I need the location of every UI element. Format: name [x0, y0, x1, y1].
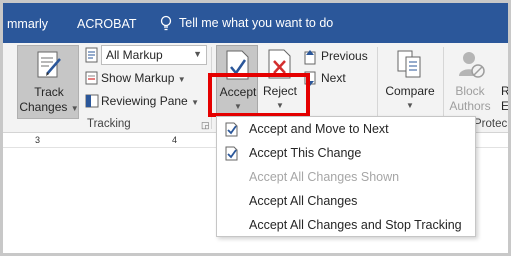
annotation-highlight-box: [208, 73, 310, 117]
chevron-down-icon: ▼: [70, 104, 79, 113]
chevron-down-icon: ▼: [193, 49, 202, 59]
block-authors-button[interactable]: Block Authors: [445, 45, 495, 117]
menu-item-accept-and-move-to-next[interactable]: Accept and Move to Next: [217, 118, 475, 142]
display-for-review-select[interactable]: All Markup ▼: [101, 45, 207, 65]
protect-group-label: Protec: [474, 118, 508, 130]
accept-move-icon: [225, 122, 238, 137]
block-authors-label-1: Block: [455, 84, 485, 98]
chevron-down-icon: ▼: [177, 75, 186, 84]
tab-acrobat[interactable]: ACROBAT: [77, 17, 137, 31]
next-button[interactable]: Next: [321, 71, 346, 85]
reviewing-pane-icon: [85, 94, 99, 108]
display-for-review-icon: [85, 47, 98, 63]
tell-me-text: Tell me what you want to do: [179, 16, 334, 30]
ruler-mark: 4: [172, 135, 178, 145]
compare-label: Compare: [385, 84, 435, 98]
lightbulb-icon: [160, 15, 172, 31]
word-window: mmarly ACROBAT Tell me what you want to …: [0, 0, 511, 256]
ribbon-tab-bar: mmarly ACROBAT Tell me what you want to …: [3, 3, 508, 43]
menu-item-accept-all-changes-shown: Accept All Changes Shown: [217, 166, 475, 190]
restrict-editing-partial-1[interactable]: R: [501, 84, 508, 98]
tell-me-search[interactable]: Tell me what you want to do: [159, 15, 333, 31]
reviewing-pane-button[interactable]: Reviewing Pane ▼: [101, 94, 199, 108]
ruler-mark: 3: [35, 135, 41, 145]
menu-item-label: Accept All Changes Shown: [249, 170, 400, 184]
compare-icon: [397, 50, 421, 78]
show-markup-button[interactable]: Show Markup ▼: [101, 71, 186, 85]
chevron-down-icon: ▼: [191, 98, 199, 107]
accept-dropdown-menu: Accept and Move to Next Accept This Chan…: [216, 116, 476, 237]
show-markup-label: Show Markup: [101, 71, 175, 85]
compare-button[interactable]: Compare ▼: [381, 45, 439, 117]
track-changes-label-1: Track: [34, 85, 64, 99]
show-markup-icon: [85, 71, 98, 85]
reviewing-pane-label: Reviewing Pane: [101, 94, 188, 108]
menu-item-accept-this-change[interactable]: Accept This Change: [217, 142, 475, 166]
track-changes-button[interactable]: Track Changes ▼: [17, 45, 79, 119]
menu-item-accept-all-changes[interactable]: Accept All Changes: [217, 190, 475, 214]
previous-change-icon: [304, 50, 316, 65]
accept-change-icon: [225, 146, 238, 161]
menu-item-label: Accept All Changes and Stop Tracking: [249, 218, 462, 232]
dialog-launcher-icon[interactable]: ◲: [201, 120, 210, 131]
track-changes-icon: [37, 51, 61, 78]
block-authors-label-2: Authors: [449, 99, 491, 113]
chevron-down-icon: ▼: [406, 101, 414, 110]
menu-item-accept-all-and-stop-tracking[interactable]: Accept All Changes and Stop Tracking: [217, 214, 475, 238]
track-changes-label-2: Changes ▼: [19, 100, 79, 114]
menu-item-label: Accept and Move to Next: [249, 122, 389, 136]
tracking-group-label: Tracking: [87, 118, 131, 130]
menu-item-label: Accept This Change: [249, 146, 362, 160]
block-authors-icon: [459, 52, 485, 78]
menu-item-label: Accept All Changes: [249, 194, 358, 208]
display-for-review-value: All Markup: [106, 48, 163, 62]
previous-button[interactable]: Previous: [321, 49, 368, 63]
restrict-editing-partial-2[interactable]: E: [501, 99, 508, 113]
tab-summary[interactable]: mmarly: [7, 17, 48, 31]
